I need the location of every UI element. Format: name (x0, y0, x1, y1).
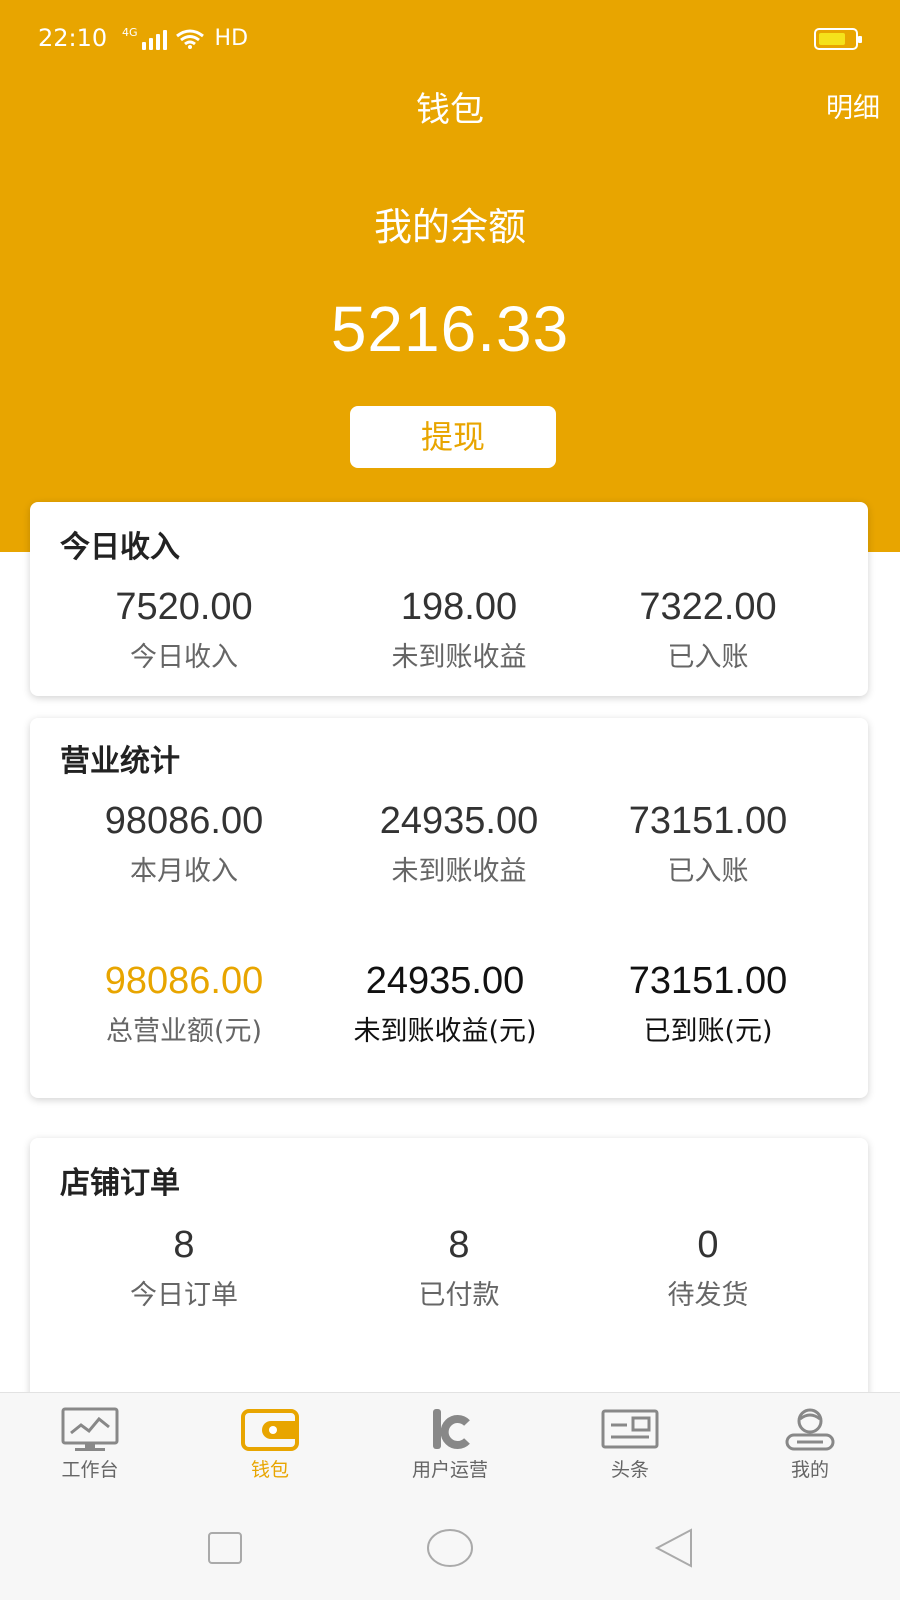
business-stats-card: 营业统计 98086.00 本月收入 24935.00 未到账收益 73151.… (30, 718, 868, 1098)
stat-label: 待发货 (667, 1280, 749, 1311)
tab-workbench[interactable]: 工作台 (0, 1393, 180, 1488)
stat-value: 8 (448, 1224, 470, 1266)
stat-total-revenue[interactable]: 98086.00 总营业额(元) (54, 960, 314, 1048)
stat-label: 今日收入 (130, 642, 238, 673)
stat-label: 未到账收益(元) (353, 1016, 537, 1047)
battery-icon (814, 28, 862, 50)
stat-label: 本月收入 (130, 856, 238, 887)
stat-total-received[interactable]: 73151.00 已到账(元) (578, 960, 838, 1048)
hd-indicator: HD (214, 26, 249, 51)
back-icon[interactable] (645, 1518, 705, 1578)
today-income-card: 今日收入 7520.00 今日收入 198.00 未到账收益 7322.00 已… (30, 502, 868, 696)
stat-value: 8 (173, 1224, 195, 1266)
network-type: 4G (122, 25, 138, 39)
recent-apps-icon[interactable] (195, 1518, 255, 1578)
stat-month-income[interactable]: 98086.00 本月收入 (54, 800, 314, 888)
stat-value: 73151.00 (628, 960, 788, 1002)
stat-label: 未到账收益 (391, 642, 527, 673)
balance-amount: 5216.33 (330, 293, 570, 365)
stat-paid-orders[interactable]: 8 已付款 (329, 1224, 589, 1312)
stat-label: 已到账(元) (643, 1016, 773, 1047)
tab-news[interactable]: 头条 (540, 1393, 720, 1488)
stat-month-credited[interactable]: 73151.00 已入账 (578, 800, 838, 888)
card-title: 店铺订单 (60, 1166, 180, 1201)
stat-value: 24935.00 (379, 800, 539, 842)
tab-user-operation[interactable]: 用户运营 (360, 1393, 540, 1488)
bottom-tab-bar: 工作台 钱包 用户运营 头条 我的 (0, 1392, 900, 1488)
status-icons: 4G HD (122, 26, 248, 51)
tab-label: 工作台 (61, 1459, 119, 1481)
stat-value: 198.00 (400, 586, 518, 628)
stat-value: 98086.00 (104, 800, 264, 842)
monitor-chart-icon (61, 1407, 119, 1451)
wallet-page: 22:10 4G HD 钱包 明细 我的余额 5216.33 提现 今日收入 7… (0, 0, 900, 1600)
balance-label: 我的余额 (373, 205, 526, 249)
detail-link[interactable]: 明细 (826, 86, 880, 125)
home-icon[interactable] (420, 1518, 480, 1578)
stat-value: 98086.00 (104, 960, 264, 1002)
stat-label: 已入账 (667, 856, 749, 887)
status-time: 22:10 (38, 24, 108, 52)
stat-total-pending[interactable]: 24935.00 未到账收益(元) (315, 960, 575, 1048)
system-nav-bar (0, 1488, 900, 1600)
tab-profile[interactable]: 我的 (720, 1393, 900, 1488)
tab-label: 我的 (790, 1459, 829, 1481)
page-title: 钱包 (416, 90, 484, 130)
tab-label: 用户运营 (411, 1459, 488, 1481)
news-icon (601, 1409, 659, 1449)
stat-label: 已入账 (667, 642, 749, 673)
tab-label: 钱包 (250, 1459, 289, 1481)
stat-label: 未到账收益 (391, 856, 527, 887)
stat-label: 总营业额(元) (105, 1016, 263, 1047)
wallet-icon (241, 1409, 299, 1451)
stat-pending-income[interactable]: 198.00 未到账收益 (329, 586, 589, 674)
card-title: 今日收入 (60, 530, 180, 565)
stat-value: 7322.00 (639, 586, 777, 628)
wallet-header: 22:10 4G HD 钱包 明细 我的余额 5216.33 提现 (0, 0, 900, 552)
status-bar: 22:10 4G HD (0, 0, 900, 74)
wifi-icon (175, 29, 204, 49)
stat-value: 24935.00 (365, 960, 525, 1002)
user-operation-icon (433, 1409, 470, 1449)
stat-month-pending[interactable]: 24935.00 未到账收益 (329, 800, 589, 888)
stat-today-orders[interactable]: 8 今日订单 (54, 1224, 314, 1312)
stat-today-income[interactable]: 7520.00 今日收入 (54, 586, 314, 674)
withdraw-button[interactable]: 提现 (350, 406, 556, 468)
profile-icon (785, 1408, 835, 1451)
stat-label: 已付款 (418, 1280, 500, 1311)
stat-label: 今日订单 (130, 1280, 238, 1311)
stat-value: 7520.00 (115, 586, 253, 628)
stat-credited[interactable]: 7322.00 已入账 (578, 586, 838, 674)
signal-icon: 4G (122, 25, 167, 50)
stat-value: 73151.00 (628, 800, 788, 842)
card-title: 营业统计 (60, 744, 180, 779)
stat-to-ship[interactable]: 0 待发货 (578, 1224, 838, 1312)
tab-wallet[interactable]: 钱包 (180, 1393, 360, 1488)
tab-label: 头条 (610, 1459, 649, 1481)
stat-value: 0 (697, 1224, 719, 1266)
